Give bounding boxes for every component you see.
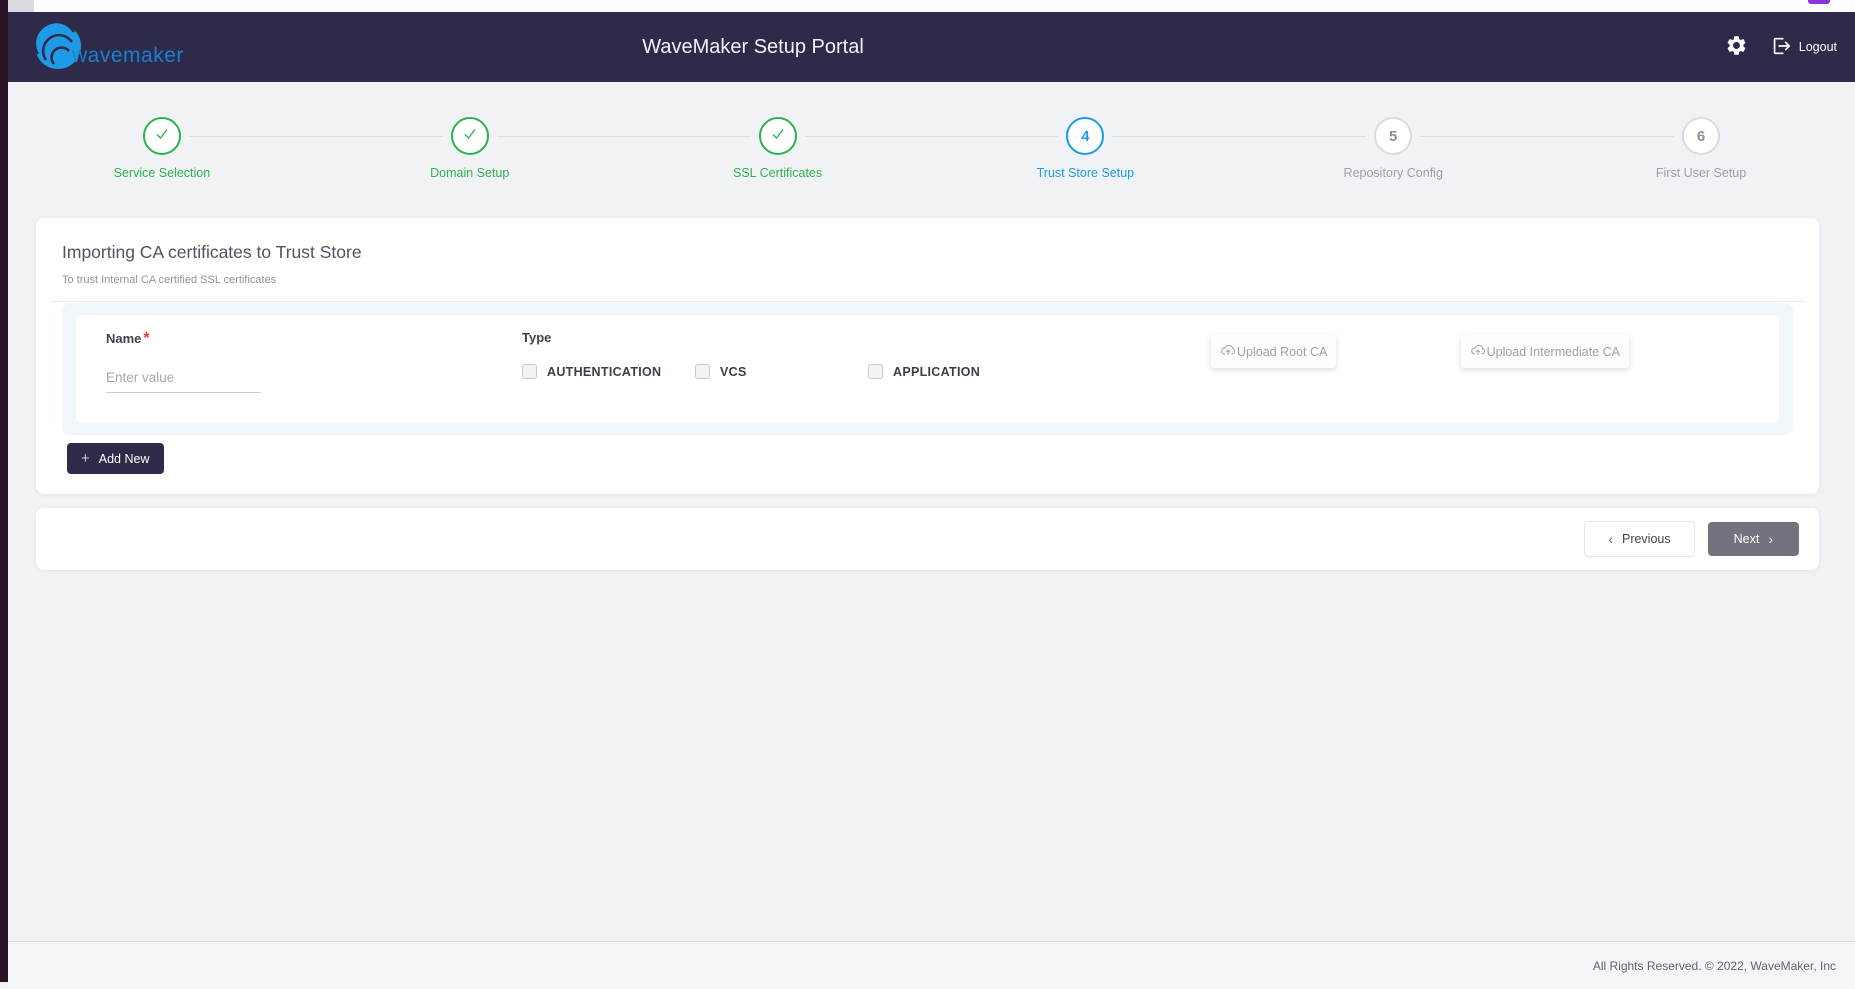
check-icon: [768, 124, 788, 148]
step-4-label: Trust Store Setup: [1037, 166, 1135, 180]
card-subtitle: To trust Internal CA certified SSL certi…: [62, 274, 1793, 286]
card-title: Importing CA certificates to Trust Store: [62, 242, 1793, 263]
checkbox-application[interactable]: APPLICATION: [868, 364, 1041, 379]
screen-edge-strip: [0, 0, 8, 982]
chevron-left-icon: ‹: [1608, 532, 1613, 546]
page-title: WaveMaker Setup Portal: [642, 36, 864, 59]
step-5-number: 5: [1389, 128, 1397, 145]
upload-root-ca-button[interactable]: Upload Root CA: [1211, 335, 1336, 368]
header-actions: Logout: [1725, 34, 1837, 60]
step-1-circle: [143, 117, 181, 155]
checkbox-vcs-label: VCS: [720, 365, 747, 379]
card-divider: [50, 301, 1805, 302]
required-marker: *: [143, 330, 149, 347]
step-6-label: First User Setup: [1656, 166, 1746, 180]
logout-label: Logout: [1799, 40, 1837, 54]
step-2-circle: [451, 117, 489, 155]
upload-intermediate-ca-label: Upload Intermediate CA: [1487, 345, 1620, 359]
certificate-rows-container: Name* Type AUTHENTICATION VCS: [62, 303, 1793, 435]
page-footer: All Rights Reserved. © 2022, WaveMaker, …: [8, 941, 1855, 989]
step-2-label: Domain Setup: [430, 166, 509, 180]
step-domain-setup[interactable]: Domain Setup: [316, 117, 624, 180]
add-new-button[interactable]: + Add New: [67, 443, 164, 474]
name-input[interactable]: [106, 363, 261, 393]
step-4-circle: 4: [1066, 117, 1104, 155]
top-strip-notch: [8, 0, 34, 12]
step-6-circle: 6: [1682, 117, 1720, 155]
step-first-user-setup[interactable]: 6 First User Setup: [1547, 117, 1855, 180]
step-4-number: 4: [1081, 128, 1089, 145]
checkbox-application-label: APPLICATION: [893, 365, 980, 379]
plus-icon: +: [81, 451, 90, 466]
setup-stepper: Service Selection Domain Setup SSL Certi…: [8, 82, 1855, 180]
logout-icon: [1770, 35, 1792, 60]
app-header: wavemaker WaveMaker Setup Portal Logout: [8, 12, 1855, 82]
upload-intermediate-ca-button[interactable]: Upload Intermediate CA: [1461, 335, 1629, 368]
type-field-column: Type AUTHENTICATION VCS APPLICATION: [522, 330, 1211, 393]
checkbox-vcs[interactable]: VCS: [695, 364, 868, 379]
checkbox-icon[interactable]: [868, 364, 883, 379]
step-5-circle: 5: [1374, 117, 1412, 155]
previous-label: Previous: [1622, 532, 1671, 546]
step-trust-store-setup[interactable]: 4 Trust Store Setup: [931, 117, 1239, 180]
check-icon: [152, 124, 172, 148]
trust-store-card: Importing CA certificates to Trust Store…: [36, 218, 1819, 494]
top-strip: [8, 0, 1855, 12]
checkbox-icon[interactable]: [695, 364, 710, 379]
step-5-label: Repository Config: [1344, 166, 1443, 180]
wizard-navigation: ‹ Previous Next ›: [36, 508, 1819, 570]
step-service-selection[interactable]: Service Selection: [8, 117, 316, 180]
step-3-label: SSL Certificates: [733, 166, 822, 180]
certificate-row: Name* Type AUTHENTICATION VCS: [76, 315, 1779, 423]
next-button[interactable]: Next ›: [1708, 522, 1799, 556]
brand-logo: wavemaker: [32, 20, 184, 77]
copyright-text: All Rights Reserved. © 2022, WaveMaker, …: [1593, 959, 1836, 973]
step-6-number: 6: [1697, 128, 1705, 145]
purple-indicator: [1808, 0, 1830, 4]
add-new-label: Add New: [99, 452, 150, 466]
type-label: Type: [522, 330, 1211, 345]
logout-button[interactable]: Logout: [1770, 35, 1837, 60]
checkbox-icon[interactable]: [522, 364, 537, 379]
chevron-right-icon: ›: [1768, 532, 1773, 546]
name-field-column: Name*: [106, 330, 522, 393]
checkbox-authentication-label: AUTHENTICATION: [547, 365, 661, 379]
type-options-row: AUTHENTICATION VCS APPLICATION: [522, 364, 1211, 379]
previous-button[interactable]: ‹ Previous: [1584, 521, 1694, 557]
upload-buttons-column: Upload Root CA Upload Intermediate CA: [1211, 330, 1749, 393]
upload-root-ca-label: Upload Root CA: [1237, 345, 1327, 359]
check-icon: [460, 124, 480, 148]
step-ssl-certificates[interactable]: SSL Certificates: [624, 117, 932, 180]
cloud-upload-icon: [1220, 342, 1236, 361]
step-repository-config[interactable]: 5 Repository Config: [1239, 117, 1547, 180]
step-1-label: Service Selection: [114, 166, 211, 180]
gear-icon: [1725, 34, 1748, 60]
name-label: Name: [106, 331, 141, 346]
next-label: Next: [1734, 532, 1760, 546]
step-3-circle: [759, 117, 797, 155]
settings-button[interactable]: [1725, 34, 1748, 60]
cloud-upload-icon: [1470, 342, 1486, 361]
checkbox-authentication[interactable]: AUTHENTICATION: [522, 364, 695, 379]
brand-name: wavemaker: [72, 44, 184, 68]
